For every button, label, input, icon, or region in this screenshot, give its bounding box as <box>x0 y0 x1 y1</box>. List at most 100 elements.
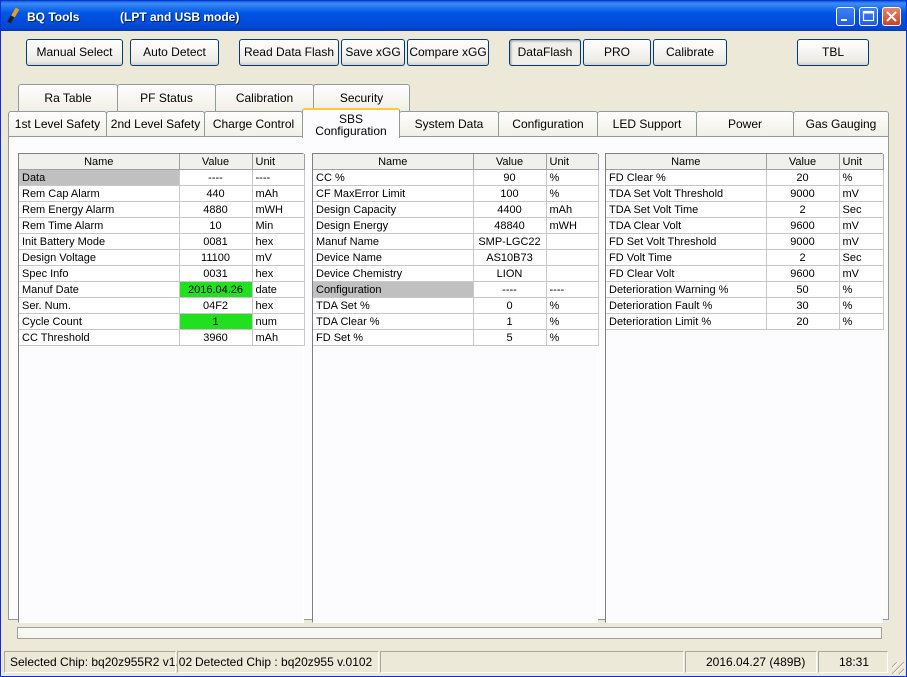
cell-unit[interactable] <box>546 233 599 250</box>
table-row[interactable]: Design Voltage 11100 mV <box>19 249 305 266</box>
cell-name[interactable]: TDA Set Volt Threshold <box>606 185 767 202</box>
table-row[interactable]: FD Set Volt Threshold 9000 mV <box>606 233 884 250</box>
cell-value[interactable]: 0 <box>473 297 547 314</box>
cell-value[interactable]: 1 <box>473 313 547 330</box>
cell-name[interactable]: Design Voltage <box>19 249 180 266</box>
sbs-config-table[interactable]: Name Value Unit CC % 90% CF MaxError Limit… <box>313 154 599 346</box>
cell-value[interactable]: 5 <box>473 329 547 346</box>
cell-unit[interactable]: mAh <box>546 201 599 218</box>
table-row[interactable]: Ser. Num. 04F2 hex <box>19 297 305 314</box>
cell-unit[interactable]: Min <box>252 217 305 234</box>
tab-pf-status[interactable]: PF Status <box>117 84 216 111</box>
cell-unit[interactable]: mV <box>839 265 884 282</box>
tab-1st-level-safety[interactable]: 1st Level Safety <box>8 111 107 137</box>
cell-unit[interactable]: hex <box>252 233 305 250</box>
cell-name[interactable]: Rem Cap Alarm <box>19 185 180 202</box>
resize-grip-icon[interactable] <box>892 662 904 674</box>
tab-power[interactable]: Power <box>696 111 794 137</box>
table-row[interactable]: Rem Cap Alarm 440 mAh <box>19 185 305 202</box>
title-bar[interactable]: BQ Tools (LPT and USB mode) <box>1 1 906 31</box>
cell-unit[interactable]: % <box>839 281 884 298</box>
column-header-value[interactable]: Value <box>766 154 840 170</box>
table-row[interactable]: TDA Clear % 1% <box>313 313 599 330</box>
read-data-flash-button[interactable]: Read Data Flash <box>239 39 339 66</box>
cell-unit[interactable]: % <box>839 313 884 330</box>
cell-name[interactable]: Data <box>19 169 180 186</box>
cell-name[interactable]: Manuf Name <box>313 233 474 250</box>
cell-unit[interactable]: hex <box>252 297 305 314</box>
table-row[interactable]: Cycle Count 1 num <box>19 313 305 330</box>
cell-name[interactable]: Deterioration Limit % <box>606 313 767 330</box>
cell-value[interactable]: 0081 <box>179 233 253 250</box>
cell-name[interactable]: FD Clear % <box>606 169 767 186</box>
cell-unit[interactable]: % <box>839 169 884 186</box>
sbs-data-table[interactable]: Name Value Unit Data ---- ---- Rem Cap Alar… <box>19 154 305 346</box>
cell-value[interactable]: 9000 <box>766 185 840 202</box>
sbs-threshold-table[interactable]: Name Value Unit FD Clear % 20% TDA Set Vol… <box>606 154 884 330</box>
cell-value[interactable]: 440 <box>179 185 253 202</box>
cell-value[interactable]: ---- <box>473 281 547 298</box>
cell-name[interactable]: Design Capacity <box>313 201 474 218</box>
table-row[interactable]: Init Battery Mode 0081 hex <box>19 233 305 250</box>
compare-xgg-button[interactable]: Compare xGG <box>407 39 489 66</box>
cell-name[interactable]: FD Clear Volt <box>606 265 767 282</box>
cell-value[interactable]: ---- <box>179 169 253 186</box>
cell-value[interactable]: 2016.04.26 <box>179 281 253 298</box>
cell-unit[interactable]: num <box>252 313 305 330</box>
table-row[interactable]: Deterioration Fault % 30% <box>606 297 884 314</box>
cell-name[interactable]: Ser. Num. <box>19 297 180 314</box>
table-row[interactable]: FD Clear % 20% <box>606 169 884 186</box>
table-row[interactable]: Configuration ---- ---- <box>313 281 599 298</box>
table-row[interactable]: Device Name AS10B73 <box>313 249 599 266</box>
table-row[interactable]: CF MaxError Limit 100% <box>313 185 599 202</box>
tab-calibration[interactable]: Calibration <box>215 84 314 111</box>
cell-unit[interactable]: mWH <box>252 201 305 218</box>
cell-name[interactable]: CF MaxError Limit <box>313 185 474 202</box>
cell-unit[interactable]: Sec <box>839 201 884 218</box>
cell-value[interactable]: 30 <box>766 297 840 314</box>
save-xgg-button[interactable]: Save xGG <box>341 39 405 66</box>
cell-value[interactable]: 04F2 <box>179 297 253 314</box>
table-row[interactable]: TDA Set % 0% <box>313 297 599 314</box>
table-row[interactable]: Device Chemistry LION <box>313 265 599 282</box>
cell-value[interactable]: 9600 <box>766 217 840 234</box>
cell-value[interactable]: 9000 <box>766 233 840 250</box>
dataflash-mode-button[interactable]: DataFlash <box>509 39 581 66</box>
cell-name[interactable]: Deterioration Fault % <box>606 297 767 314</box>
table-row[interactable]: CC Threshold 3960 mAh <box>19 329 305 346</box>
cell-value[interactable]: 9600 <box>766 265 840 282</box>
cell-name[interactable]: FD Set % <box>313 329 474 346</box>
cell-name[interactable]: FD Volt Time <box>606 249 767 266</box>
cell-unit[interactable]: mAh <box>252 329 305 346</box>
table-row[interactable]: FD Clear Volt 9600 mV <box>606 265 884 282</box>
table-row[interactable]: CC % 90% <box>313 169 599 186</box>
cell-value[interactable]: 10 <box>179 217 253 234</box>
table-row[interactable]: TDA Clear Volt 9600 mV <box>606 217 884 234</box>
column-header-unit[interactable]: Unit <box>839 154 884 170</box>
cell-name[interactable]: TDA Clear Volt <box>606 217 767 234</box>
minimize-button[interactable] <box>836 7 855 26</box>
cell-unit[interactable]: % <box>546 185 599 202</box>
cell-value[interactable]: 20 <box>766 313 840 330</box>
table-row[interactable]: Design Capacity 4400 mAh <box>313 201 599 218</box>
column-header-name[interactable]: Name <box>19 154 180 170</box>
tab-ra-table[interactable]: Ra Table <box>18 84 118 111</box>
cell-unit[interactable]: ---- <box>546 281 599 298</box>
cell-unit[interactable]: ---- <box>252 169 305 186</box>
table-row[interactable]: Manuf Name SMP-LGC22 <box>313 233 599 250</box>
cell-unit[interactable]: date <box>252 281 305 298</box>
cell-name[interactable]: TDA Set % <box>313 297 474 314</box>
cell-unit[interactable] <box>546 265 599 282</box>
cell-value[interactable]: 50 <box>766 281 840 298</box>
table-row[interactable]: FD Volt Time 2 Sec <box>606 249 884 266</box>
cell-unit[interactable]: % <box>546 329 599 346</box>
column-header-value[interactable]: Value <box>473 154 547 170</box>
cell-value[interactable]: 4880 <box>179 201 253 218</box>
pro-mode-button[interactable]: PRO <box>583 39 651 66</box>
cell-value[interactable]: 0031 <box>179 265 253 282</box>
cell-value[interactable]: 100 <box>473 185 547 202</box>
maximize-button[interactable] <box>859 7 878 26</box>
tab-led-support[interactable]: LED Support <box>597 111 697 137</box>
table-row[interactable]: Design Energy 48840 mWH <box>313 217 599 234</box>
cell-name[interactable]: CC Threshold <box>19 329 180 346</box>
